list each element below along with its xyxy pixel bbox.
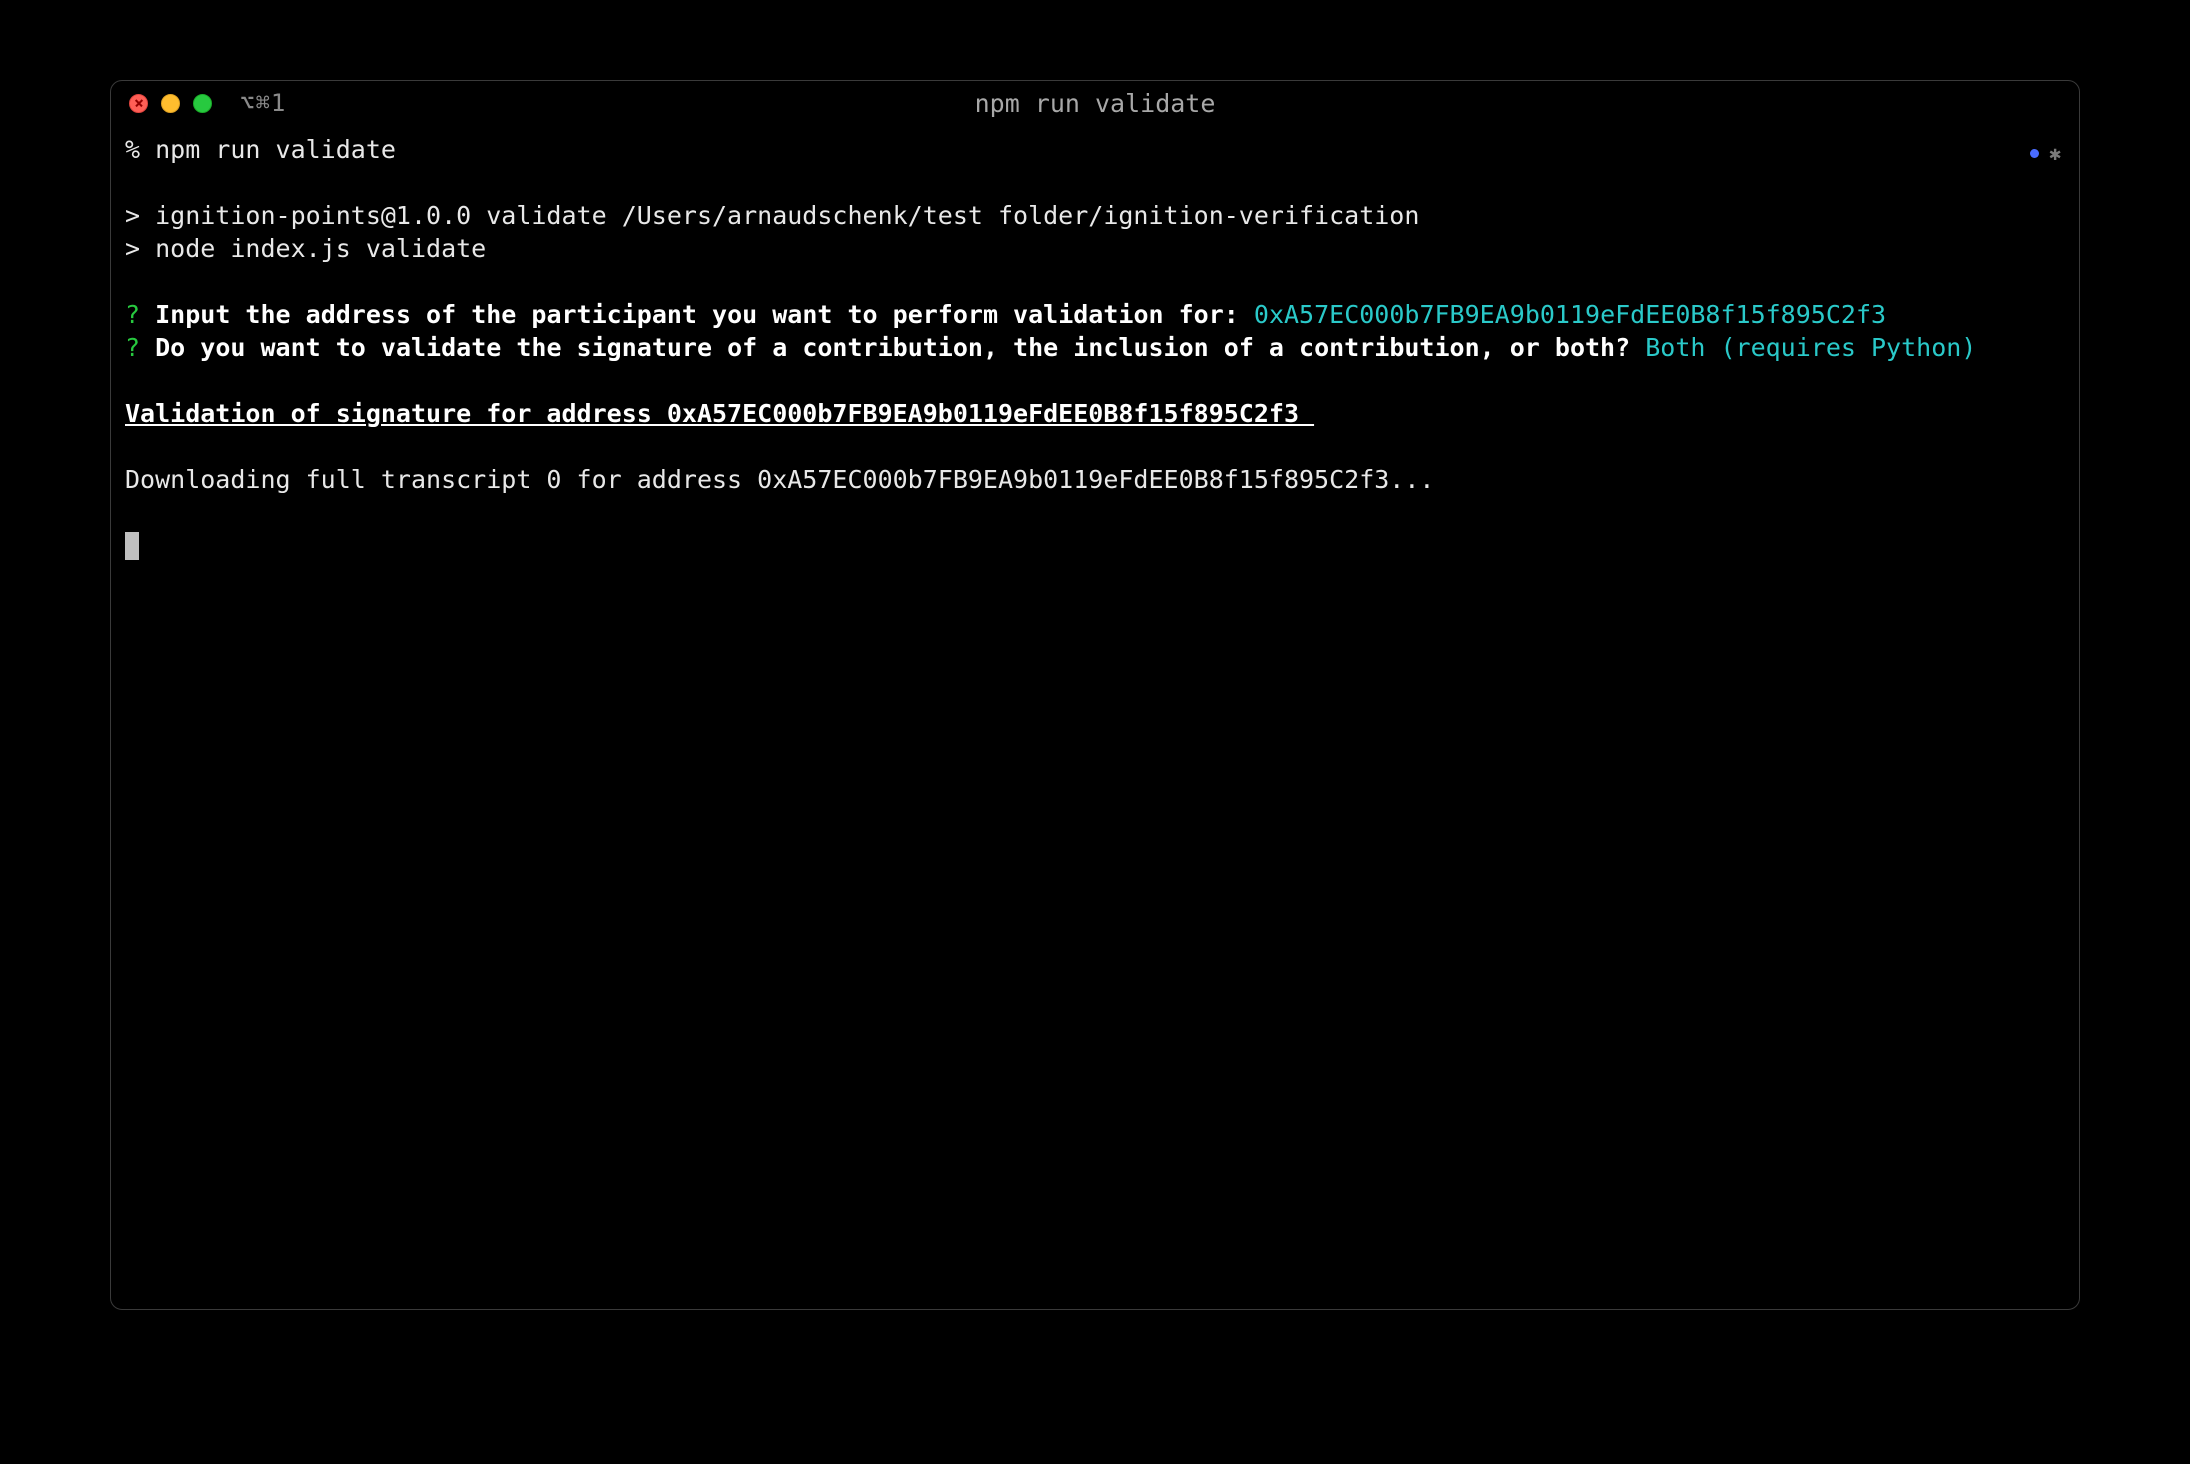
maximize-icon[interactable] xyxy=(193,94,212,113)
window-title: npm run validate xyxy=(975,89,1216,118)
question-1-text: Input the address of the participant you… xyxy=(155,300,1239,329)
question-mark-icon: ? xyxy=(125,300,140,329)
prompt-line: % npm run validate xyxy=(125,133,2065,166)
terminal-window: ⌥⌘1 npm run validate ✱ % npm run validat… xyxy=(110,80,2080,1310)
cursor-icon xyxy=(125,532,139,560)
status-indicators: ✱ xyxy=(2030,137,2061,170)
question-1-answer: 0xA57EC000b7FB9EA9b0119eFdEE0B8f15f895C2… xyxy=(1254,300,1886,329)
terminal-body[interactable]: ✱ % npm run validate > ignition-points@1… xyxy=(111,125,2079,570)
npm-script-header-line: > ignition-points@1.0.0 validate /Users/… xyxy=(125,199,2065,232)
activity-dot-icon xyxy=(2030,149,2039,158)
question-2-answer: Both (requires Python) xyxy=(1645,333,1976,362)
dirty-star-icon: ✱ xyxy=(2049,137,2061,170)
traffic-lights xyxy=(129,94,212,113)
validation-heading: Validation of signature for address 0xA5… xyxy=(125,397,1314,430)
prompt-question-1: ? Input the address of the participant y… xyxy=(125,298,2065,331)
question-mark-icon: ? xyxy=(125,333,140,362)
downloading-status-line: Downloading full transcript 0 for addres… xyxy=(125,463,2065,496)
npm-script-command-line: > node index.js validate xyxy=(125,232,2065,265)
tab-shortcut-label: ⌥⌘1 xyxy=(240,89,286,117)
prompt-question-2: ? Do you want to validate the signature … xyxy=(125,331,2065,364)
question-2-text: Do you want to validate the signature of… xyxy=(155,333,1630,362)
titlebar: ⌥⌘1 npm run validate xyxy=(111,81,2079,125)
cursor-line xyxy=(125,529,2065,562)
close-icon[interactable] xyxy=(129,94,148,113)
section-heading-line: Validation of signature for address 0xA5… xyxy=(125,397,2065,430)
minimize-icon[interactable] xyxy=(161,94,180,113)
